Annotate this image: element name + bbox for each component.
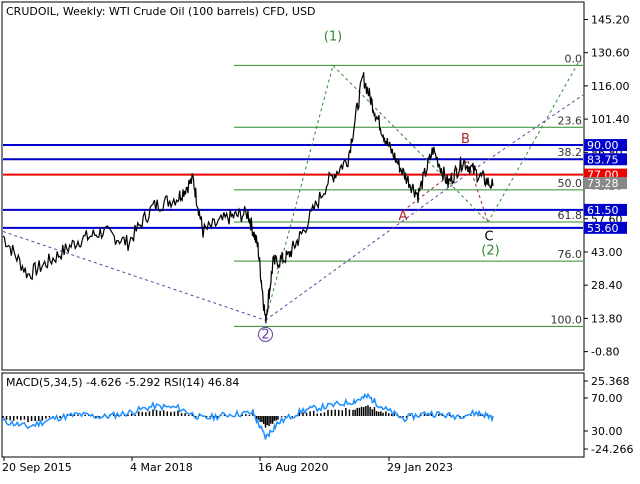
chart-title: CRUDOIL, Weekly: WTI Crude Oil (100 barr… (6, 5, 315, 18)
wave-label: 2 (261, 327, 269, 342)
fib-label: 61.8 (558, 209, 583, 222)
wave-label: B (461, 132, 470, 147)
price-axis-label: 43.00 (591, 246, 623, 259)
indicator-axis-label: -24.266 (591, 443, 633, 456)
time-axis-label: 4 Mar 2018 (130, 461, 193, 474)
wave-label: C (484, 230, 493, 245)
price-axis-label: 116.00 (591, 80, 630, 93)
fib-label: 50.0 (558, 177, 583, 190)
indicator-axis-label: 70.00 (591, 392, 623, 405)
time-axis-label: 16 Aug 2020 (258, 461, 328, 474)
fib-label: 76.0 (558, 248, 583, 261)
chart-root: 145.20130.60116.00101.4086.8072.2057.604… (0, 0, 640, 480)
price-axis-label: 13.80 (591, 312, 623, 325)
price-axis-label: 145.20 (591, 13, 630, 26)
indicator-axis-label: 30.00 (591, 425, 623, 438)
wave-label: (1) (324, 29, 342, 44)
indicator-axis: 25.368 70.00 30.00 -24.266 (584, 375, 633, 456)
price-axis-label: 28.40 (591, 279, 623, 292)
chart-canvas: 145.20130.60116.00101.4086.8072.2057.604… (1, 1, 633, 474)
price-axis-label: 130.60 (591, 47, 630, 60)
fib-label: 38.2 (558, 146, 583, 159)
level-tag-label: 90.00 (587, 139, 619, 152)
price-axis-label: -0.80 (591, 346, 619, 359)
level-tag-label: 61.50 (587, 204, 619, 217)
fib-label: 23.6 (558, 114, 583, 127)
indicator-title: MACD(5,34,5) -4.626 -5.292 RSI(14) 46.84 (6, 376, 239, 389)
wave-label: (2) (481, 243, 499, 258)
indicator-axis-label: 25.368 (591, 375, 630, 388)
time-axis-label: 20 Sep 2015 (2, 461, 72, 474)
time-axis-label: 29 Jan 2023 (387, 461, 453, 474)
time-axis: 20 Sep 2015 4 Mar 2018 16 Aug 2020 29 Jan 2… (2, 457, 453, 474)
fib-label: 0.0 (565, 52, 583, 65)
level-tag-label: 83.75 (587, 153, 619, 166)
fib-label: 100.0 (551, 313, 583, 326)
wave-label: A (399, 209, 408, 224)
level-tag-label: 53.60 (587, 222, 619, 235)
level-tag-label: 73.28 (587, 177, 619, 190)
price-axis-label: 101.40 (591, 113, 630, 126)
price-panel-frame (1, 1, 585, 371)
